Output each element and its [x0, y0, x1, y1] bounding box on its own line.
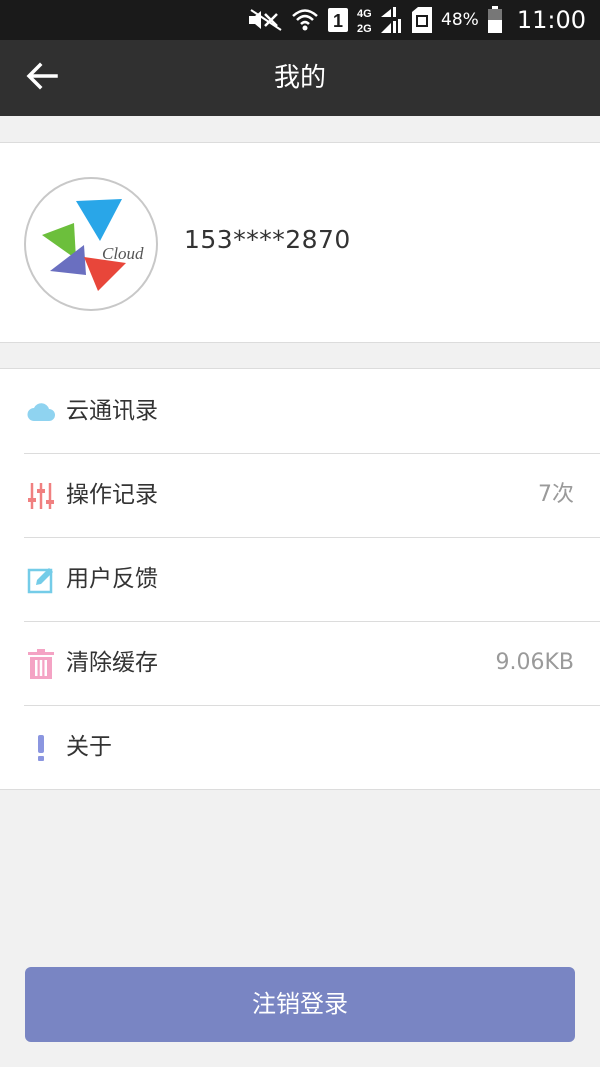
settings-menu: 云通讯录 操作记录 7次 用户反馈 清除缓存 9.06KB 关于 — [0, 368, 600, 790]
menu-item-about[interactable]: 关于 — [0, 705, 600, 789]
menu-item-cloud-contacts[interactable]: 云通讯录 — [0, 369, 600, 453]
clock: 11:00 — [516, 6, 586, 34]
wifi-icon — [291, 7, 319, 33]
menu-item-operation-log[interactable]: 操作记录 7次 — [0, 453, 600, 537]
menu-item-clear-cache[interactable]: 清除缓存 9.06KB — [0, 621, 600, 705]
menu-item-label: 清除缓存 — [66, 650, 158, 676]
menu-item-label: 云通讯录 — [66, 398, 158, 424]
cache-size: 9.06KB — [495, 650, 574, 675]
sim-card-icon — [411, 6, 433, 34]
avatar-logo-text: Cloud — [102, 244, 144, 263]
cloud-icon — [26, 397, 56, 427]
page-title: 我的 — [273, 63, 326, 93]
status-icons: 1 4G 2G 48% 11:00 — [247, 0, 586, 40]
edit-icon — [26, 565, 56, 595]
back-arrow-icon — [26, 62, 58, 94]
profile-card[interactable]: Cloud 153****2870 — [0, 142, 600, 343]
back-button[interactable] — [22, 58, 62, 98]
trash-icon — [26, 649, 56, 679]
cloud-logo-icon: Cloud — [42, 199, 144, 291]
menu-item-label: 用户反馈 — [66, 566, 158, 592]
mute-icon — [247, 8, 283, 32]
battery-percent: 48% — [441, 10, 479, 30]
network-type-top: 4G — [357, 8, 372, 20]
status-bar: 1 4G 2G 48% 11:00 — [0, 0, 600, 40]
phone-number: 153****2870 — [184, 225, 351, 254]
battery-icon — [487, 6, 503, 34]
menu-item-feedback[interactable]: 用户反馈 — [0, 537, 600, 621]
app-bar: 我的 — [0, 40, 600, 116]
menu-item-label: 操作记录 — [66, 482, 158, 508]
equalizer-icon — [26, 481, 56, 511]
sim-slot-icon: 1 — [327, 7, 349, 33]
logout-button[interactable]: 注销登录 — [25, 967, 575, 1042]
menu-item-label: 关于 — [66, 734, 112, 760]
signal-icon: 4G 2G — [357, 5, 403, 35]
operation-count: 7次 — [538, 482, 574, 507]
sim-slot-number: 1 — [333, 11, 343, 31]
network-type-bottom: 2G — [357, 23, 372, 35]
exclamation-icon — [26, 733, 56, 763]
avatar[interactable]: Cloud — [24, 177, 158, 311]
